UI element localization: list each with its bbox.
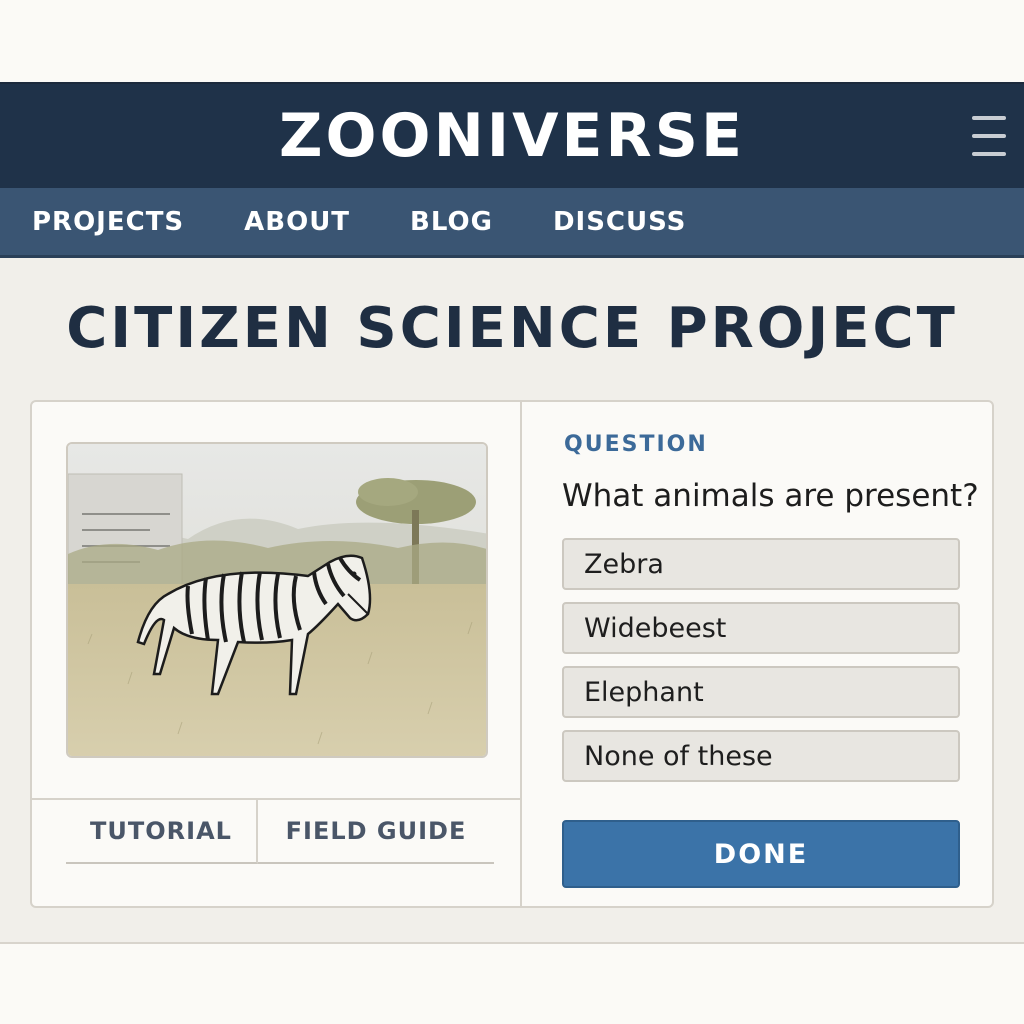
done-button[interactable]: DONE — [562, 820, 960, 888]
tab-field-guide[interactable]: FIELD GUIDE — [258, 800, 494, 864]
main-nav: PROJECTS ABOUT BLOG DISCUSS — [0, 188, 1024, 258]
app-frame: ZOONIVERSE PROJECTS ABOUT BLOG DISCUSS C… — [0, 82, 1024, 944]
answer-list: Zebra Widebeest Elephant None of these — [562, 538, 960, 794]
answer-none-of-these[interactable]: None of these — [562, 730, 960, 782]
nav-item-blog[interactable]: BLOG — [410, 207, 493, 237]
page-title: CITIZEN SCIENCE PROJECT — [66, 296, 958, 361]
subject-tabs: TUTORIAL FIELD GUIDE — [32, 798, 520, 864]
question-label: QUESTION — [564, 432, 708, 457]
zebra-savanna-image — [68, 444, 486, 756]
tab-tutorial[interactable]: TUTORIAL — [66, 800, 258, 864]
nav-item-about[interactable]: ABOUT — [244, 207, 350, 237]
brand-logo-text[interactable]: ZOONIVERSE — [279, 101, 745, 171]
subject-image[interactable] — [66, 442, 488, 758]
subject-pane: TUTORIAL FIELD GUIDE — [32, 402, 522, 906]
answer-zebra[interactable]: Zebra — [562, 538, 960, 590]
nav-item-projects[interactable]: PROJECTS — [32, 207, 184, 237]
top-header: ZOONIVERSE — [0, 84, 1024, 188]
nav-item-discuss[interactable]: DISCUSS — [553, 207, 686, 237]
classify-card: TUTORIAL FIELD GUIDE QUESTION What anima… — [30, 400, 994, 908]
hamburger-menu-icon[interactable] — [972, 116, 1006, 156]
answer-elephant[interactable]: Elephant — [562, 666, 960, 718]
question-text: What animals are present? — [562, 478, 979, 514]
answer-widebeest[interactable]: Widebeest — [562, 602, 960, 654]
task-pane: QUESTION What animals are present? Zebra… — [522, 402, 992, 906]
